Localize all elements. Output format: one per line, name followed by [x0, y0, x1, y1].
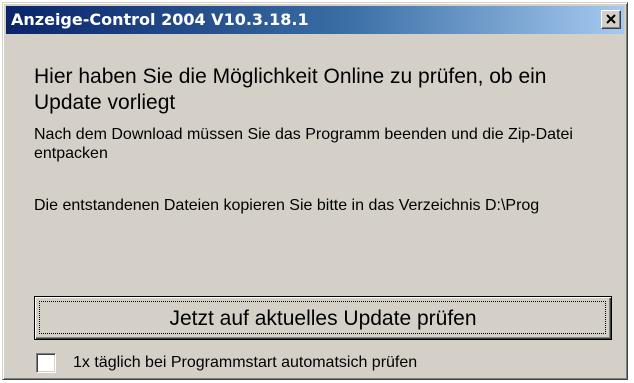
- window-title: Anzeige-Control 2004 V10.3.18.1: [11, 10, 309, 29]
- heading-text: Hier haben Sie die Möglichkeit Online zu…: [34, 65, 547, 114]
- title-bar[interactable]: Anzeige-Control 2004 V10.3.18.1: [6, 6, 624, 34]
- copy-instructions: Die entstandenen Dateien kopieren Sie bi…: [34, 197, 540, 214]
- download-instructions: Nach dem Download müssen Sie das Program…: [34, 126, 573, 162]
- close-icon: [606, 14, 616, 24]
- check-update-button[interactable]: Jetzt auf aktuelles Update prüfen: [34, 296, 612, 340]
- check-update-button-label: Jetzt auf aktuelles Update prüfen: [169, 307, 477, 330]
- auto-check-label[interactable]: 1x täglich bei Programmstart automatsich…: [73, 353, 417, 373]
- auto-check-checkbox[interactable]: [36, 353, 56, 373]
- close-button[interactable]: [601, 10, 621, 29]
